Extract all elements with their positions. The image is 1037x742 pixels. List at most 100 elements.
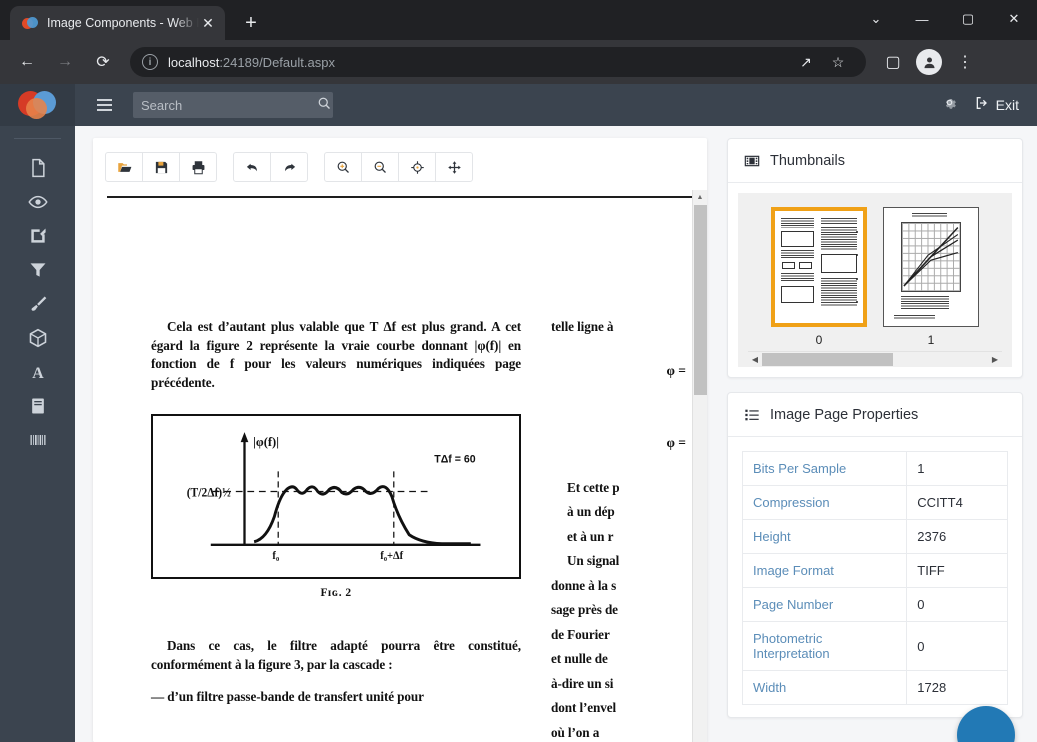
app-header: Exit	[0, 84, 1037, 126]
search-input[interactable]	[141, 97, 317, 113]
property-value: CCITT4	[906, 485, 1008, 520]
reload-button[interactable]: ⟳	[87, 46, 119, 78]
move-arrows-icon	[447, 160, 461, 174]
right-panels: Thumbnails 0 1 ◀ ▶ Image Page Properties…	[719, 126, 1037, 742]
tab-search-icon[interactable]: ⌄	[853, 0, 899, 38]
redo-button[interactable]	[270, 152, 308, 182]
document-equation: φ =	[666, 362, 687, 378]
eye-icon	[27, 195, 48, 209]
magnifier-plus-icon	[337, 161, 349, 173]
property-value: 2376	[906, 519, 1008, 554]
back-button[interactable]: ←	[11, 46, 43, 78]
header-actions: Exit	[941, 94, 1037, 116]
search-box[interactable]	[133, 92, 333, 118]
svg-text:|φ(f)|: |φ(f)|	[253, 435, 279, 449]
book-icon	[31, 398, 44, 414]
profile-avatar[interactable]	[916, 49, 942, 75]
thumbnails-scroll-track[interactable]	[762, 353, 988, 366]
sidebar-item-filter[interactable]	[0, 253, 75, 287]
thumbnail-item[interactable]: 1	[883, 207, 979, 347]
print-button[interactable]	[179, 152, 217, 182]
document-canvas[interactable]: Cela est d’autant plus valable que T Δf …	[93, 198, 707, 742]
document-figure: |φ(f)| (T/2Δf)½ f₀ f₀+Δf TΔf = 60	[151, 414, 521, 579]
property-value: TIFF	[906, 553, 1008, 588]
maximize-button[interactable]: ▢	[945, 0, 991, 38]
sidebar-item-barcode[interactable]	[0, 423, 75, 457]
scanned-page: Cela est d’autant plus valable que T Δf …	[121, 198, 706, 742]
thumbnails-scroll-area: 0 1 ◀ ▶	[738, 193, 1012, 367]
pan-button[interactable]	[435, 152, 473, 182]
new-tab-button[interactable]: +	[237, 9, 265, 37]
figure-plot: |φ(f)| (T/2Δf)½ f₀ f₀+Δf TΔf = 60	[187, 432, 481, 562]
zoom-out-button[interactable]	[361, 152, 399, 182]
thumbnails-panel-body: 0 1 ◀ ▶	[728, 183, 1022, 377]
browser-menu-icon[interactable]: ⋮	[949, 46, 981, 78]
file-icon	[31, 158, 45, 178]
omnibox-actions: ↗ ☆	[790, 49, 854, 75]
zoom-in-button[interactable]	[324, 152, 362, 182]
open-button[interactable]	[105, 152, 143, 182]
property-key: Page Number	[741, 587, 908, 622]
person-icon	[924, 57, 934, 68]
scroll-up-arrow-icon[interactable]: ▲	[693, 190, 707, 205]
forward-button[interactable]: →	[49, 46, 81, 78]
table-row: Image Format TIFF	[741, 553, 1008, 588]
close-tab-icon[interactable]: ✕	[199, 14, 217, 32]
thumbnails-panel-header: Thumbnails	[728, 139, 1022, 183]
document-paragraph: — d’un filtre passe-bande de transfert u…	[151, 689, 424, 704]
close-window-button[interactable]: ✕	[991, 0, 1037, 38]
sidebar-item-document[interactable]	[0, 151, 75, 185]
share-icon[interactable]: ↗	[793, 49, 819, 75]
save-button[interactable]	[142, 152, 180, 182]
thumbnails-horizontal-scrollbar[interactable]: ◀ ▶	[748, 351, 1002, 367]
thumbnail-page-1[interactable]	[883, 207, 979, 327]
scrollbar-thumb[interactable]	[694, 205, 707, 395]
svg-text:f₀+Δf: f₀+Δf	[380, 550, 403, 562]
document-line: à un dép	[567, 504, 615, 519]
property-key: Height	[741, 519, 908, 554]
hamburger-menu-icon[interactable]	[83, 84, 125, 126]
app-logo[interactable]	[0, 84, 75, 126]
thumbnail-item[interactable]: 0	[771, 207, 867, 347]
edit-square-icon	[30, 228, 46, 243]
undo-button[interactable]	[233, 152, 271, 182]
browser-tab[interactable]: Image Components - Web Image ✕	[10, 6, 225, 40]
sidebar-item-book[interactable]	[0, 389, 75, 423]
sidebar-item-annotate[interactable]	[0, 219, 75, 253]
bookmark-star-icon[interactable]: ☆	[825, 49, 851, 75]
tab-strip: Image Components - Web Image ✕ + ⌄ — ▢ ✕	[0, 0, 1037, 40]
properties-panel-title: Image Page Properties	[770, 406, 919, 423]
table-row: Bits Per Sample 1	[741, 451, 1008, 486]
toolbar-group-zoom	[324, 152, 473, 182]
settings-gear-icon[interactable]	[941, 94, 958, 116]
thumbnail-page-0[interactable]	[771, 207, 867, 327]
web-application: Exit	[0, 84, 1037, 742]
thumbnail-label: 0	[815, 333, 823, 347]
site-info-icon[interactable]: i	[142, 54, 158, 70]
address-bar[interactable]: i localhost:24189/Default.aspx ↗ ☆	[130, 47, 866, 77]
sidebar-item-view[interactable]	[0, 185, 75, 219]
svg-text:f₀: f₀	[272, 550, 279, 562]
thumbnails-scroll-thumb[interactable]	[762, 353, 894, 366]
cube-icon	[29, 328, 46, 348]
table-row: Photometric Interpretation 0	[741, 621, 1008, 671]
sidebar-item-objects[interactable]	[0, 321, 75, 355]
document-line: Et cette p	[567, 479, 620, 495]
document-line: Un signal	[567, 553, 620, 568]
minimize-button[interactable]: —	[899, 0, 945, 38]
side-panel-icon[interactable]: ▢	[877, 46, 909, 78]
barcode-icon	[30, 435, 45, 445]
property-value: 1	[906, 451, 1008, 486]
sidebar-item-paint[interactable]	[0, 287, 75, 321]
sidebar-divider	[14, 138, 61, 139]
exit-button[interactable]: Exit	[974, 95, 1019, 115]
thumbnails-scroll-right-icon[interactable]: ▶	[988, 355, 1002, 364]
thumbnails-scroll-left-icon[interactable]: ◀	[748, 355, 762, 364]
viewer-vertical-scrollbar[interactable]: ▲	[692, 190, 707, 742]
viewer-toolbar	[93, 138, 707, 190]
fit-button[interactable]	[398, 152, 436, 182]
property-key: Bits Per Sample	[741, 451, 908, 486]
sidebar-item-text[interactable]: A	[0, 355, 75, 389]
printer-icon	[192, 160, 204, 174]
search-icon[interactable]	[317, 96, 332, 114]
